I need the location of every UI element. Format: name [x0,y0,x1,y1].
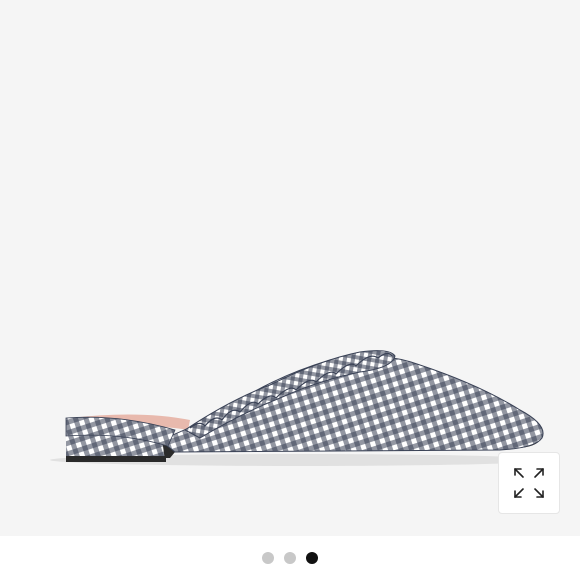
carousel-dot-3-active[interactable] [306,552,318,564]
expand-arrows-icon [514,468,544,498]
product-photo [50,350,550,466]
product-image-panel [0,0,580,536]
carousel-pagination [0,536,580,580]
carousel-dot-1[interactable] [262,552,274,564]
expand-image-button[interactable] [498,452,560,514]
carousel-dot-2[interactable] [284,552,296,564]
